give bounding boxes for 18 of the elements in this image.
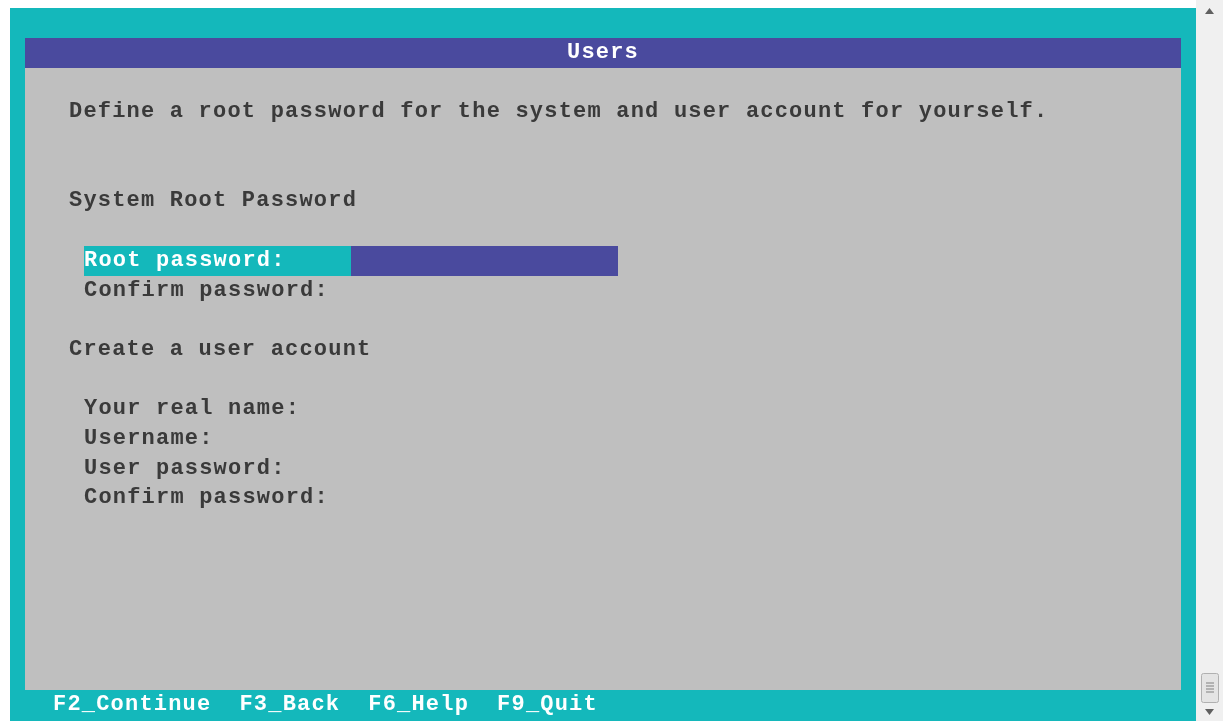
- function-key-hint[interactable]: F6_Help: [368, 690, 470, 721]
- scroll-thumb[interactable]: [1200, 673, 1219, 703]
- section-heading: Create a user account: [69, 335, 373, 364]
- section-heading: System Root Password: [69, 187, 359, 216]
- password-field[interactable]: [351, 245, 618, 276]
- dialog-title: Users: [25, 38, 1181, 68]
- field-label: Confirm password:: [84, 484, 330, 513]
- scroll-up-icon[interactable]: [1205, 8, 1214, 14]
- scroll-down-icon[interactable]: [1205, 709, 1214, 715]
- field-label: Your real name:: [84, 395, 302, 424]
- description-text: Define a root password for the system and user account for yourself.: [69, 98, 1050, 127]
- field-label: Root password:: [84, 245, 351, 276]
- function-key-hint[interactable]: F2_Continue: [53, 690, 212, 721]
- field-label: Confirm password:: [84, 276, 330, 305]
- function-key-hint[interactable]: F3_Back: [239, 690, 341, 721]
- field-label: User password:: [84, 454, 287, 483]
- field-label: Username:: [84, 425, 215, 453]
- function-key-hint[interactable]: F9_Quit: [497, 690, 598, 721]
